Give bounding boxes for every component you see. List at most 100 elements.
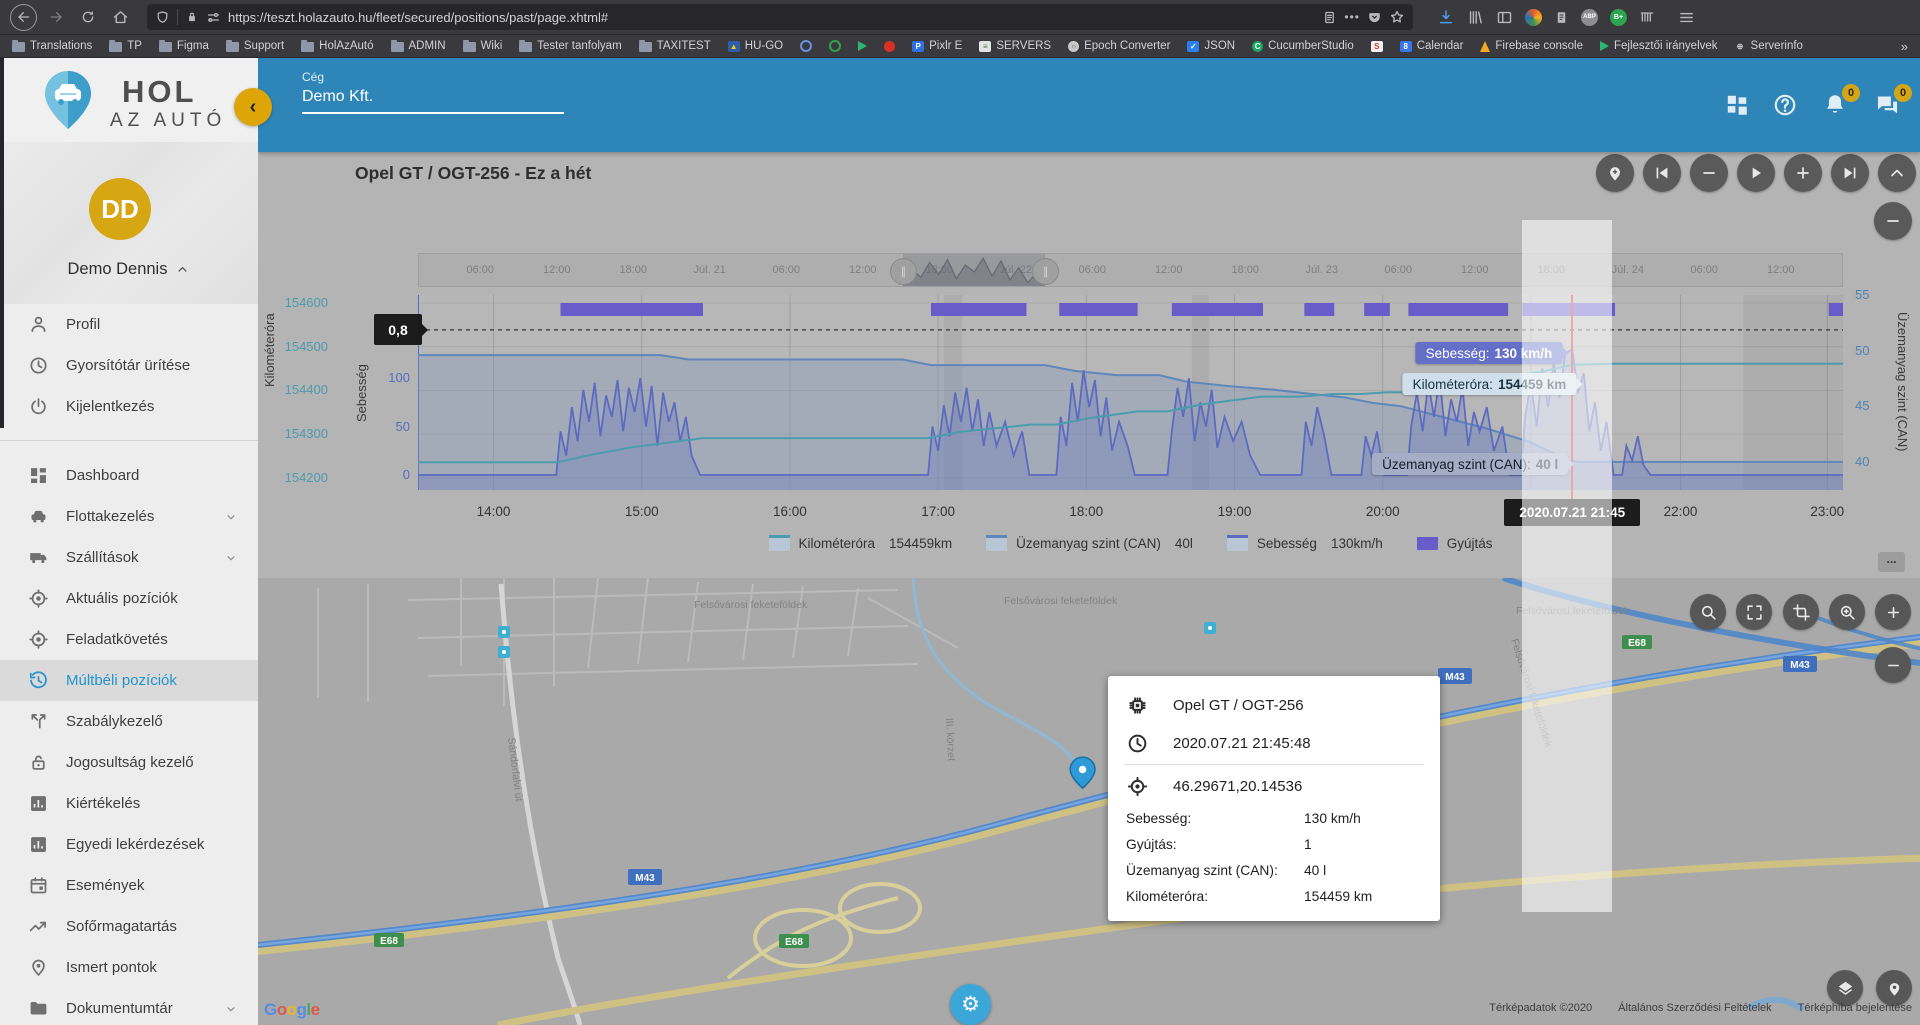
bookmark-item[interactable]: ADMIN — [391, 40, 446, 52]
map-report-link[interactable]: Térképhiba bejelentése — [1798, 1002, 1912, 1014]
sidebar-item-gyors-t-t-r-r-t-se[interactable]: Gyorsítótár ürítése — [0, 345, 258, 386]
map-my-location-button[interactable] — [1876, 970, 1912, 1006]
bookmark-star-icon[interactable] — [1389, 9, 1405, 25]
map-terms-link[interactable]: Általános Szerződési Feltételek — [1618, 1002, 1771, 1014]
skip-previous-button[interactable] — [1643, 154, 1681, 192]
avatar[interactable]: DD — [89, 178, 151, 240]
collapse-panel-button[interactable] — [1878, 154, 1916, 192]
navigator-handle-right[interactable]: ∥ — [1032, 258, 1059, 285]
sidebar-collapse-button[interactable]: ‹ — [234, 88, 272, 126]
sidebar-item-flottakezel-s[interactable]: Flottakezelés — [0, 496, 258, 537]
bookmark-item[interactable] — [858, 41, 867, 51]
bookmark-item[interactable]: ⊕Serverinfo — [1735, 40, 1803, 52]
sidebar-item-dashboard[interactable]: Dashboard — [0, 455, 258, 496]
sidebar-item-sof-rmagatart-s[interactable]: Sofőrmagatartás — [0, 906, 258, 947]
bookmark-item[interactable]: TAXITEST — [639, 40, 711, 52]
sidebar-item-egyedi-lek-rdez-sek[interactable]: Egyedi lekérdezések — [0, 824, 258, 865]
legend-item[interactable]: Kilométeróra154459km — [769, 535, 953, 551]
sidebar-item-m-ltb-li-poz-ci-k[interactable]: Múltbéli pozíciók — [0, 660, 258, 701]
bookmark-item[interactable] — [800, 40, 812, 52]
url-bar[interactable]: https://teszt.holazauto.hu/fleet/secured… — [147, 4, 1413, 30]
user-name-row[interactable]: Demo Dennis — [0, 260, 258, 279]
notifications-bell-icon[interactable]: 0 — [1822, 92, 1850, 120]
home-button[interactable] — [107, 4, 133, 30]
bookmark-item[interactable]: HolAzAutó — [301, 40, 373, 52]
bookmark-item[interactable]: Wiki — [463, 40, 503, 52]
map-zoom-out-button[interactable] — [1875, 647, 1911, 683]
map-layers-button[interactable] — [1827, 970, 1863, 1006]
sidebar-item-sz-ll-t-sok[interactable]: Szállítások — [0, 537, 258, 578]
grill-extension-icon[interactable] — [1639, 9, 1655, 25]
sidebar-item-aktu-lis-poz-ci-k[interactable]: Aktuális pozíciók — [0, 578, 258, 619]
bookmark-item[interactable] — [829, 40, 841, 52]
sidebar-item-ismert-pontok[interactable]: Ismert pontok — [0, 947, 258, 988]
bookmark-item[interactable]: S — [1371, 41, 1383, 52]
url-text[interactable]: https://teszt.holazauto.hu/fleet/secured… — [228, 10, 1315, 25]
sidebar-item-ki-rt-kel-s[interactable]: Kiértékelés — [0, 783, 258, 824]
reload-button[interactable] — [75, 4, 101, 30]
help-icon[interactable] — [1772, 92, 1800, 120]
bookmark-item[interactable]: 8Calendar — [1400, 40, 1464, 52]
legend-item[interactable]: Gyújtás — [1417, 536, 1493, 551]
chat-icon[interactable]: 0 — [1874, 92, 1902, 120]
zoom-out-button[interactable] — [1690, 154, 1728, 192]
bookmark-item[interactable]: Tester tanfolyam — [519, 40, 621, 52]
navigator-handle-left[interactable]: ∥ — [890, 258, 917, 285]
sidebar-toggle-icon[interactable] — [1496, 9, 1513, 26]
bookmark-item[interactable]: CCucumberStudio — [1252, 40, 1354, 52]
bookmarks-overflow-chevron[interactable]: » — [1901, 39, 1908, 54]
bookmark-item[interactable] — [884, 41, 895, 52]
navigator-selected-window[interactable] — [903, 254, 1045, 286]
notes-extension-icon[interactable] — [1554, 10, 1569, 25]
sidebar-item-dokumentumt-r[interactable]: Dokumentumtár — [0, 988, 258, 1025]
sidebar-item-esem-nyek[interactable]: Események — [0, 865, 258, 906]
sidebar-item-kijelentkez-s[interactable]: Kijelentkezés — [0, 386, 258, 427]
bookmark-item[interactable]: ▲HU-GO — [728, 40, 783, 52]
window-edge-scrollbar[interactable] — [0, 58, 4, 428]
sidebar-item-feladatk-vet-s[interactable]: Feladatkövetés — [0, 619, 258, 660]
bookmark-item[interactable]: Translations — [12, 40, 92, 52]
shield-icon[interactable] — [155, 10, 170, 25]
bookmark-item[interactable]: Firebase console — [1480, 40, 1583, 52]
sidebar-item-jogosults-g-kezel-[interactable]: Jogosultság kezelő — [0, 742, 258, 783]
map-fullscreen-button[interactable] — [1736, 594, 1772, 630]
chart-plot-area[interactable] — [418, 295, 1843, 490]
permissions-icon[interactable] — [206, 10, 221, 25]
sidebar-item-szab-lykezel-[interactable]: Szabálykezelő — [0, 701, 258, 742]
map-zoom-search-button[interactable] — [1829, 594, 1865, 630]
back-button[interactable] — [10, 4, 37, 31]
bookmark-item[interactable]: Fejlesztői irányelvek — [1600, 40, 1718, 52]
forward-button[interactable] — [43, 4, 69, 30]
bookmark-item[interactable]: ≡SERVERS — [979, 40, 1051, 52]
company-field-input[interactable]: Demo Kft. — [302, 88, 564, 114]
pocket-icon[interactable] — [1367, 10, 1382, 25]
legend-item[interactable]: Sebesség130km/h — [1227, 535, 1383, 551]
map[interactable]: Felsővárosi feketeföldek Felsővárosi fek… — [258, 578, 1920, 1025]
sidebar-item-profil[interactable]: Profil — [0, 304, 258, 345]
library-icon[interactable] — [1467, 9, 1484, 26]
chart-cursor-line[interactable] — [1571, 295, 1573, 501]
lock-icon[interactable] — [185, 10, 199, 24]
page-actions-icon[interactable]: ••• — [1344, 10, 1360, 24]
skip-next-button[interactable] — [1831, 154, 1869, 192]
menu-hamburger-icon[interactable] — [1673, 4, 1699, 30]
map-settings-gear-button[interactable]: ⚙ — [950, 984, 991, 1025]
bookmark-item[interactable]: Support — [226, 40, 284, 52]
download-icon[interactable] — [1437, 8, 1455, 26]
play-button[interactable] — [1737, 154, 1775, 192]
bookmark-item[interactable]: ✓JSON — [1187, 40, 1235, 52]
bplus-extension-icon[interactable]: B+ — [1610, 9, 1627, 26]
bookmark-item[interactable]: TP — [109, 40, 142, 52]
map-zoom-in-button[interactable] — [1875, 594, 1911, 630]
minimize-chart-button[interactable] — [1874, 202, 1912, 240]
zoom-in-button[interactable] — [1784, 154, 1822, 192]
chart-range-navigator[interactable]: 06:0012:0018:00Júl. 2106:0012:0018:00Júl… — [418, 253, 1843, 287]
legend-item[interactable]: Üzemanyag szint (CAN)40l — [986, 535, 1193, 551]
bookmark-item[interactable]: ○Epoch Converter — [1068, 40, 1170, 52]
reader-mode-icon[interactable] — [1322, 10, 1337, 25]
bookmark-item[interactable]: PPixlr E — [912, 40, 962, 52]
chart-more-button[interactable]: ... — [1878, 552, 1905, 572]
map-search-button[interactable] — [1690, 594, 1726, 630]
apps-grid-icon[interactable] — [1724, 92, 1752, 120]
add-position-pin-button[interactable] — [1596, 154, 1634, 192]
